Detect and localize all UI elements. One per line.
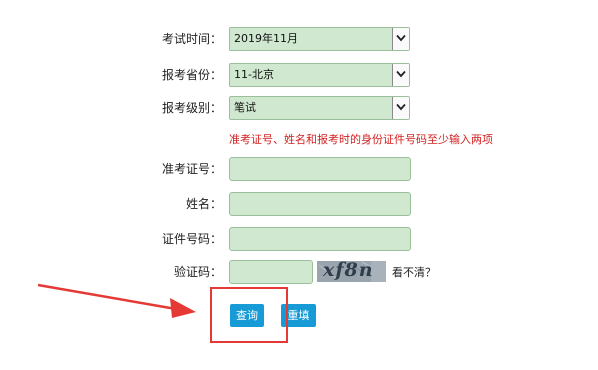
pointer-arrow-icon [37,283,196,318]
